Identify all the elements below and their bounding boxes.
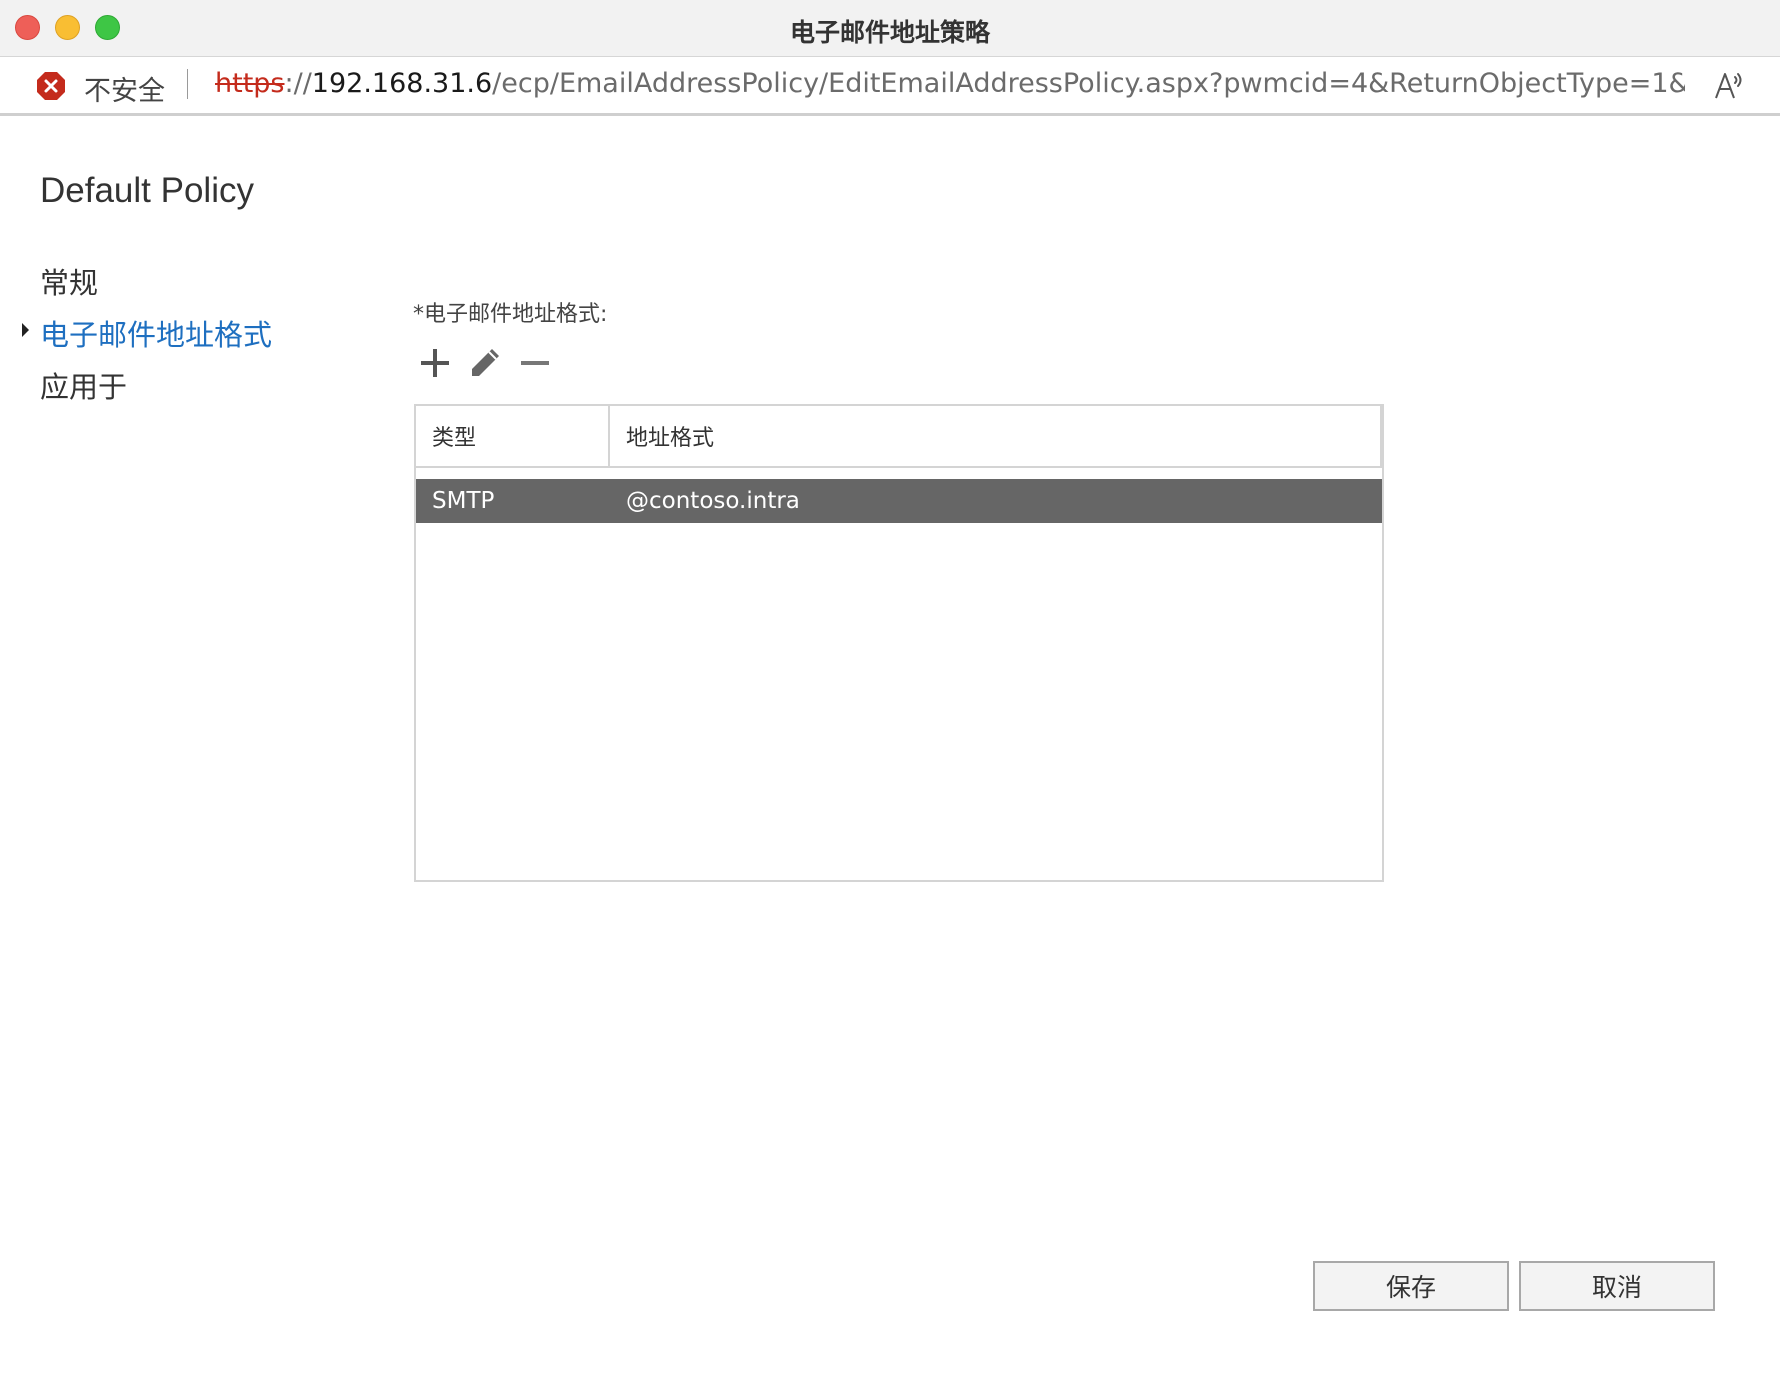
- browser-window: 电子邮件地址策略 不安全 https://192.168.31.6/ecp/Em…: [0, 0, 1780, 1378]
- security-status-label[interactable]: 不安全: [84, 69, 165, 108]
- cell-type: SMTP: [432, 488, 495, 514]
- email-format-table: 类型 地址格式 SMTP @contoso.intra: [414, 404, 1384, 882]
- cancel-button[interactable]: 取消: [1519, 1261, 1715, 1311]
- plus-icon: [421, 349, 449, 377]
- url-separator: ://: [284, 68, 312, 99]
- title-bar: 电子邮件地址策略: [0, 0, 1780, 57]
- url-scheme: https: [215, 68, 285, 99]
- edit-button[interactable]: [465, 343, 505, 383]
- nav-item-email-address-format[interactable]: 电子邮件地址格式: [40, 312, 272, 354]
- window-title: 电子邮件地址策略: [789, 18, 990, 47]
- url-path: /ecp/EmailAddressPolicy/EditEmailAddress…: [492, 68, 1685, 99]
- minus-icon: [521, 361, 549, 365]
- read-aloud-icon[interactable]: [1712, 67, 1748, 103]
- email-format-field-label: *电子邮件地址格式:: [413, 302, 608, 327]
- url-host: 192.168.31.6: [311, 68, 493, 99]
- cell-address-format: @contoso.intra: [626, 488, 800, 514]
- save-button[interactable]: 保存: [1313, 1261, 1509, 1311]
- nav-item-general[interactable]: 常规: [40, 260, 98, 302]
- nav-active-caret-icon: [22, 323, 29, 337]
- address-divider: [187, 69, 188, 99]
- url-field[interactable]: https://192.168.31.6/ecp/EmailAddressPol…: [215, 68, 1685, 99]
- not-secure-icon[interactable]: [36, 71, 66, 101]
- remove-button[interactable]: [515, 343, 555, 383]
- table-header: 类型 地址格式: [416, 406, 1382, 468]
- column-header-type[interactable]: 类型: [416, 406, 610, 466]
- column-header-address-format[interactable]: 地址格式: [610, 406, 1382, 466]
- page-title: Default Policy: [40, 171, 254, 210]
- address-bar: 不安全 https://192.168.31.6/ecp/EmailAddres…: [0, 57, 1780, 116]
- table-row[interactable]: SMTP @contoso.intra: [416, 479, 1382, 523]
- pencil-icon: [472, 349, 499, 376]
- add-button[interactable]: [415, 343, 455, 383]
- nav-item-apply-to[interactable]: 应用于: [40, 364, 127, 406]
